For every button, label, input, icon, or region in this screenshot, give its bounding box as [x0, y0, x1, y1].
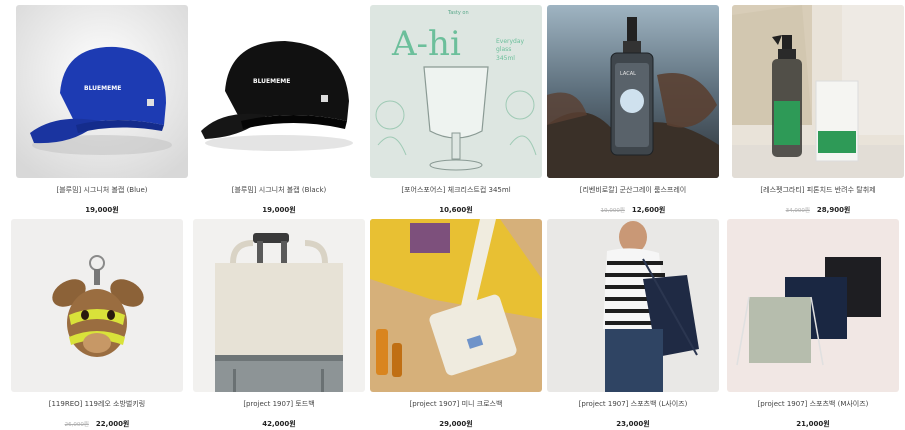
product-price: 19,000원 12,600원 — [547, 205, 719, 215]
product-card-glass-cup[interactable]: Tasty on A-hi Everyday glass 345ml [포어스포… — [370, 5, 542, 215]
product-title[interactable]: [project 1907] 스포츠백 (L사이즈) — [547, 399, 719, 409]
product-title[interactable]: [project 1907] 미니 크로스백 — [370, 399, 542, 409]
product-price: 42,000원 — [193, 419, 365, 429]
product-grid: BLUEMEME [블루밈] 시그니처 볼캡 (Blue) 19,000원 BL… — [0, 0, 905, 430]
image-brand-text: A-hi — [391, 24, 461, 64]
image-script-1: Everyday — [496, 38, 525, 45]
product-title[interactable]: [레스펫그라티] 피톤치드 반려수 탈취제 — [732, 185, 904, 195]
price-current: 19,000원 — [262, 206, 296, 214]
product-title[interactable]: [포어스포어스] 체크리스트컵 345ml — [370, 185, 542, 195]
price-current: 21,000원 — [796, 420, 830, 428]
price-original: 19,000원 — [600, 208, 625, 214]
product-title[interactable]: [블루밈] 시그니처 볼캡 (Blue) — [16, 185, 188, 195]
product-image-room-spray[interactable]: LACAL — [547, 5, 719, 178]
price-current: 19,000원 — [85, 206, 119, 214]
product-price: 10,600원 — [370, 205, 542, 215]
product-card-sports-bag-large[interactable]: [project 1907] 스포츠백 (L사이즈) 23,000원 — [547, 219, 719, 429]
product-title[interactable]: [project 1907] 토드백 — [193, 399, 365, 409]
product-price: 19,000원 — [193, 205, 365, 215]
image-script-3: 345ml — [496, 55, 515, 62]
cap-logo-text: BLUEMEME — [253, 78, 290, 85]
price-current: 22,000원 — [95, 420, 130, 428]
product-price: 19,000원 — [16, 205, 188, 215]
product-image-deodorant[interactable] — [732, 5, 904, 178]
product-image-blue-cap[interactable]: BLUEMEME — [16, 5, 188, 178]
product-title[interactable]: [project 1907] 스포츠백 (M사이즈) — [727, 399, 899, 409]
image-top-text: Tasty on — [447, 10, 469, 16]
price-current: 10,600원 — [439, 206, 473, 214]
price-current: 29,000원 — [439, 420, 473, 428]
product-card-blue-cap[interactable]: BLUEMEME [블루밈] 시그니처 볼캡 (Blue) 19,000원 — [16, 5, 188, 215]
price-original: 26,000원 — [64, 422, 89, 428]
price-current: 23,000원 — [616, 420, 650, 428]
product-title[interactable]: [119REO] 119레오 소방벌키링 — [11, 399, 183, 409]
product-image-keyring[interactable] — [11, 219, 183, 392]
cap-logo-text: BLUEMEME — [84, 85, 121, 92]
product-title[interactable]: [블루밈] 시그니처 볼캡 (Black) — [193, 185, 365, 195]
price-current: 12,600원 — [631, 206, 666, 214]
image-script-2: glass — [496, 46, 511, 53]
product-card-mini-crossbag[interactable]: [project 1907] 미니 크로스백 29,000원 — [370, 219, 542, 429]
product-card-sports-bag-medium[interactable]: [project 1907] 스포츠백 (M사이즈) 21,000원 — [727, 219, 899, 429]
product-price: 34,000원 28,900원 — [732, 205, 904, 215]
product-image-sports-bag-large[interactable] — [547, 219, 719, 392]
product-title[interactable]: [리벤비로칼] 군산그레이 룸스프레이 — [547, 185, 719, 195]
product-image-glass-cup[interactable]: Tasty on A-hi Everyday glass 345ml — [370, 5, 542, 178]
price-current: 28,900원 — [816, 206, 851, 214]
price-current: 42,000원 — [262, 420, 296, 428]
product-price: 23,000원 — [547, 419, 719, 429]
price-original: 34,000원 — [785, 208, 810, 214]
product-image-black-cap[interactable]: BLUEMEME — [193, 5, 365, 178]
product-card-black-cap[interactable]: BLUEMEME [블루밈] 시그니처 볼캡 (Black) 19,000원 — [193, 5, 365, 215]
product-card-room-spray[interactable]: LACAL [리벤비로칼] 군산그레이 룸스프레이 19,000원 12,600원 — [547, 5, 719, 215]
product-price: 21,000원 — [727, 419, 899, 429]
product-card-deodorant[interactable]: [레스펫그라티] 피톤치드 반려수 탈취제 34,000원 28,900원 — [732, 5, 904, 215]
product-price: 26,000원 22,000원 — [11, 419, 183, 429]
bottle-label-text: LACAL — [620, 71, 636, 77]
product-card-keyring[interactable]: [119REO] 119레오 소방벌키링 26,000원 22,000원 — [11, 219, 183, 429]
product-image-tote-bag[interactable] — [193, 219, 365, 392]
product-image-mini-crossbag[interactable] — [370, 219, 542, 392]
product-image-sports-bag-medium[interactable] — [727, 219, 899, 392]
product-card-tote-bag[interactable]: [project 1907] 토드백 42,000원 — [193, 219, 365, 429]
product-price: 29,000원 — [370, 419, 542, 429]
